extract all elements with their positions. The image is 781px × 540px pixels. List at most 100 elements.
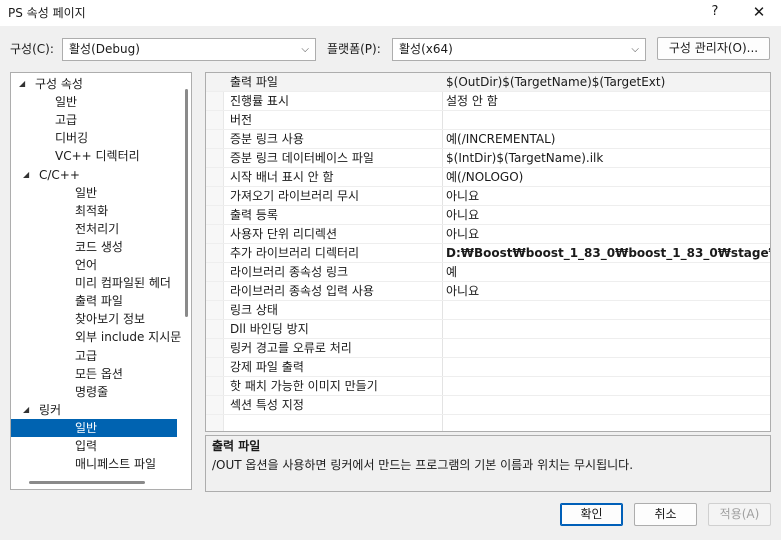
property-name: 증분 링크 사용	[230, 132, 304, 146]
property-name: 버전	[230, 113, 253, 127]
tree-item[interactable]: ◢ 구성 속성	[11, 75, 177, 93]
tree-item-label: 입력	[75, 439, 98, 453]
tree-item[interactable]: 일반	[11, 93, 177, 111]
property-row[interactable]: 증분 링크 사용 예(/INCREMENTAL)	[206, 130, 770, 149]
property-name: 증분 링크 데이터베이스 파일	[230, 151, 374, 165]
property-name: 링크 상태	[230, 303, 278, 317]
tree-item[interactable]: 미리 컴파일된 헤더	[11, 274, 177, 292]
tree-item[interactable]: VC++ 디렉터리	[11, 147, 177, 165]
property-value[interactable]: 예(/INCREMENTAL)	[446, 130, 555, 148]
tree-item-label: 고급	[75, 348, 98, 363]
tree-item[interactable]: ◢ C/C++	[11, 166, 177, 184]
property-row[interactable]: 사용자 단위 리디렉션 아니요	[206, 225, 770, 244]
tree-item-label: 전처리기	[75, 221, 120, 236]
tree-item[interactable]: 모든 옵션	[11, 365, 177, 383]
tree-item[interactable]: 디버깅	[11, 129, 177, 147]
tree-item[interactable]: 찾아보기 정보	[11, 310, 177, 328]
tree-item-label: 찾아보기 정보	[75, 312, 146, 327]
tree-item[interactable]: 입력	[11, 437, 177, 455]
tree-item[interactable]: 전처리기	[11, 220, 177, 238]
tree-item[interactable]: 일반	[11, 418, 177, 437]
chevron-down-icon: ⌵	[631, 44, 639, 55]
tree-item-label: 명령줄	[75, 384, 109, 399]
property-value[interactable]: 아니요	[446, 187, 479, 205]
property-tree[interactable]: ◢ 구성 속성 일반 고급 디버깅 VC++ 디렉터리 ◢ C/C++ 일반 최적화 전처리기 코드 …	[10, 72, 192, 490]
tree-item[interactable]: 고급	[11, 111, 177, 129]
tree-item[interactable]: ◢ 링커	[11, 401, 177, 419]
property-row[interactable]: 진행률 표시 설정 안 함	[206, 92, 770, 111]
platform-select[interactable]: 활성(x64) ⌵	[392, 38, 646, 61]
tree-item[interactable]: 언어	[11, 256, 177, 274]
title-bar: PS 속성 페이지 ? ✕	[0, 0, 781, 26]
help-icon[interactable]: ?	[704, 2, 726, 22]
tree-item-label: 링커	[39, 402, 62, 417]
property-row[interactable]: 라이브러리 종속성 링크 예	[206, 263, 770, 282]
property-name: 핫 패치 가능한 이미지 만들기	[230, 379, 378, 393]
tree-item-label: 구성 속성	[35, 77, 83, 91]
property-name: 링커 경고를 오류로 처리	[230, 341, 352, 355]
property-row[interactable]: 링커 경고를 오류로 처리	[206, 339, 770, 358]
configuration-select[interactable]: 활성(Debug) ⌵	[62, 38, 316, 61]
apply-button[interactable]: 적용(A)	[708, 503, 771, 526]
expand-caret-icon[interactable]: ◢	[23, 401, 29, 419]
property-row[interactable]: 출력 등록 아니요	[206, 206, 770, 225]
property-row[interactable]: 버전	[206, 111, 770, 130]
tree-item-label: 일반	[55, 95, 78, 110]
property-row[interactable]: 라이브러리 종속성 입력 사용 아니요	[206, 282, 770, 301]
property-name: 추가 라이브러리 디렉터리	[230, 246, 360, 260]
property-row[interactable]: 섹션 특성 지정	[206, 396, 770, 415]
property-row[interactable]: 핫 패치 가능한 이미지 만들기	[206, 377, 770, 396]
property-value[interactable]: 아니요	[446, 206, 479, 224]
property-row[interactable]: Dll 바인딩 방지	[206, 320, 770, 339]
platform-label: 플랫폼(P):	[327, 42, 381, 56]
property-row[interactable]: 시작 배너 표시 안 함 예(/NOLOGO)	[206, 168, 770, 187]
tree-item-label: 코드 생성	[75, 239, 123, 254]
close-icon[interactable]: ✕	[746, 2, 772, 22]
tree-horizontal-scrollbar[interactable]	[29, 481, 145, 484]
property-row[interactable]: 가져오기 라이브러리 무시 아니요	[206, 187, 770, 206]
ok-button[interactable]: 확인	[560, 503, 623, 526]
property-value[interactable]: 아니요	[446, 282, 479, 300]
tree-item[interactable]: 명령줄	[11, 383, 177, 401]
cancel-button[interactable]: 취소	[634, 503, 697, 526]
description-panel: 출력 파일 /OUT 옵션을 사용하면 링커에서 만드는 프로그램의 기본 이름…	[205, 435, 771, 492]
tree-item-label: 모든 옵션	[75, 366, 123, 381]
tree-item[interactable]: 외부 include 지시문	[11, 328, 181, 346]
property-value[interactable]: 아니요	[446, 225, 479, 243]
tree-item[interactable]: 일반	[11, 184, 177, 202]
expand-caret-icon[interactable]: ◢	[19, 75, 25, 93]
property-row[interactable]: 출력 파일 $(OutDir)$(TargetName)$(TargetExt)	[206, 73, 770, 92]
property-row[interactable]: 링크 상태	[206, 301, 770, 320]
configuration-value: 활성(Debug)	[69, 42, 140, 56]
property-row[interactable]: 강제 파일 출력	[206, 358, 770, 377]
property-value[interactable]: $(OutDir)$(TargetName)$(TargetExt)	[446, 73, 665, 91]
tree-item[interactable]: 고급	[11, 347, 177, 365]
property-value[interactable]: 설정 안 함	[446, 92, 498, 110]
tree-item-label: 언어	[75, 258, 98, 272]
tree-vertical-scrollbar[interactable]	[185, 89, 188, 317]
tree-item-label: 일반	[75, 420, 98, 435]
tree-item[interactable]: 최적화	[11, 202, 177, 220]
tree-item[interactable]: 출력 파일	[11, 292, 177, 310]
configuration-manager-button[interactable]: 구성 관리자(O)...	[657, 37, 770, 60]
property-name: 출력 파일	[230, 75, 278, 89]
tree-item[interactable]: 코드 생성	[11, 238, 177, 256]
expand-caret-icon[interactable]: ◢	[23, 166, 29, 184]
tree-item-label: 디버깅	[55, 131, 89, 146]
property-name: 가져오기 라이브러리 무시	[230, 189, 360, 203]
tree-item[interactable]: 매니페스트 파일	[11, 455, 177, 473]
property-name: 사용자 단위 리디렉션	[230, 227, 337, 241]
property-value[interactable]: $(IntDir)$(TargetName).ilk	[446, 149, 603, 167]
property-name: 섹션 특성 지정	[230, 398, 304, 412]
property-value[interactable]: 예	[446, 263, 457, 281]
property-row[interactable]: 증분 링크 데이터베이스 파일 $(IntDir)$(TargetName).il…	[206, 149, 770, 168]
property-value[interactable]: 예(/NOLOGO)	[446, 168, 523, 186]
chevron-down-icon: ⌵	[301, 44, 309, 55]
tree-item-label: C/C++	[39, 167, 80, 182]
tree-item-label: 일반	[75, 185, 98, 200]
property-name: 강제 파일 출력	[230, 360, 304, 374]
property-grid[interactable]: 출력 파일 $(OutDir)$(TargetName)$(TargetExt) 진…	[205, 72, 771, 432]
property-value[interactable]: D:₩Boost₩boost_1_83_0₩boost_1_83_0₩stage…	[446, 244, 770, 262]
description-text: /OUT 옵션을 사용하면 링커에서 만드는 프로그램의 기본 이름과 위치는 …	[212, 458, 634, 472]
property-row[interactable]: 추가 라이브러리 디렉터리 D:₩Boost₩boost_1_83_0₩boost…	[206, 244, 770, 263]
